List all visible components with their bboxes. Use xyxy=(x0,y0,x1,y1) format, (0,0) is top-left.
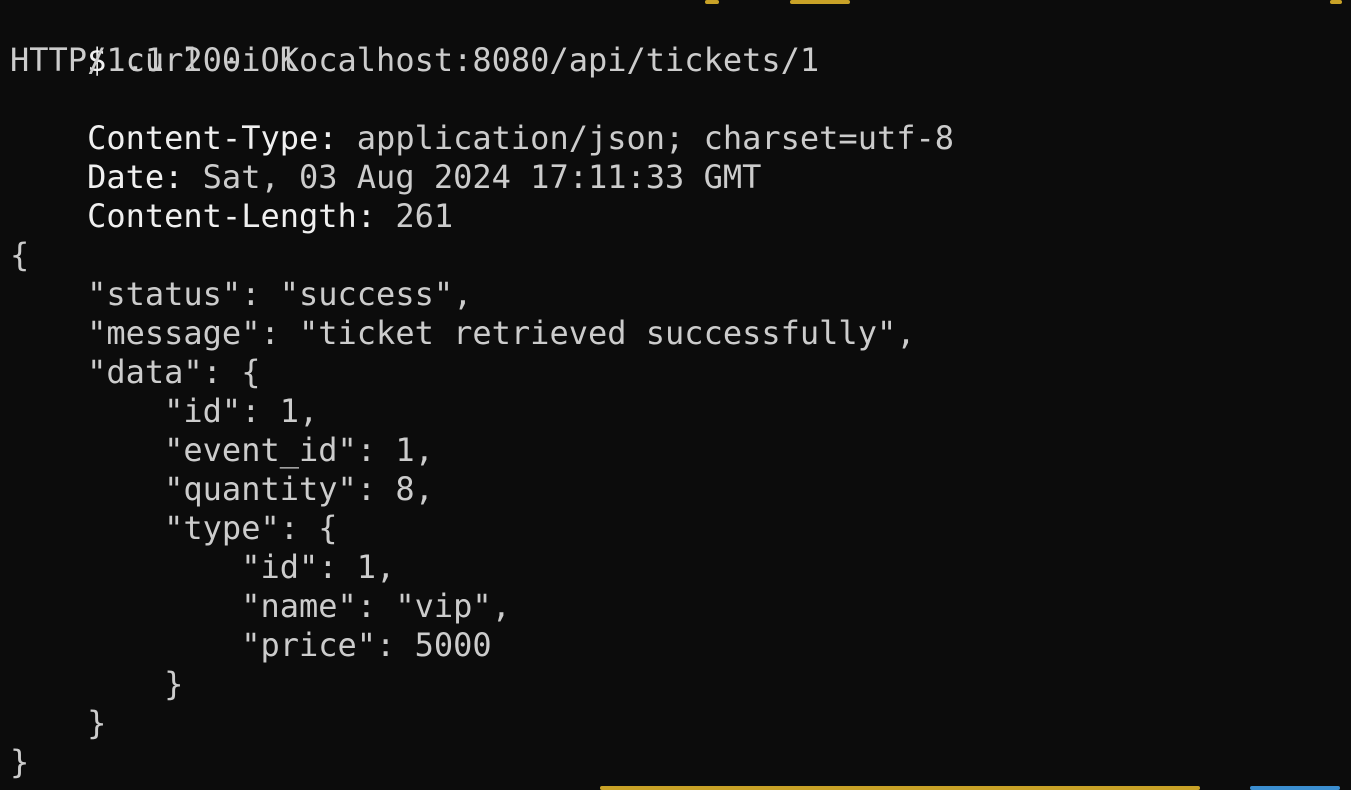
header-line: Content-Type: application/json; charset=… xyxy=(10,80,954,157)
json-body-line: "id": 1, xyxy=(10,392,319,430)
json-body-line: } xyxy=(10,743,30,781)
json-body-line: "event_id": 1, xyxy=(10,431,434,469)
json-body-line: "name": "vip", xyxy=(10,587,511,625)
json-body-line: { xyxy=(10,236,30,274)
header-value: 261 xyxy=(395,197,454,235)
header-line: Content-Length: 261 xyxy=(10,158,453,235)
json-body-line: "price": 5000 xyxy=(10,626,492,664)
http-status-line: HTTP/1.1 200 OK xyxy=(10,41,299,79)
json-body-line: } xyxy=(10,665,184,703)
command-line: $ curl -i localhost:8080/api/tickets/1 xyxy=(10,2,819,79)
json-body-line: "id": 1, xyxy=(10,548,396,586)
terminal-window[interactable]: $ curl -i localhost:8080/api/tickets/1 H… xyxy=(0,0,1351,790)
header-line: Date: Sat, 03 Aug 2024 17:11:33 GMT xyxy=(10,119,761,196)
json-body-line: } xyxy=(10,704,107,742)
json-body-line: "message": "ticket retrieved successfull… xyxy=(10,314,916,352)
json-body-line: "type": { xyxy=(10,509,338,547)
json-body-line: "data": { xyxy=(10,353,261,391)
json-body-line: "status": "success", xyxy=(10,275,473,313)
bottom-edge-artifact xyxy=(1250,786,1340,790)
json-body-line: "quantity": 8, xyxy=(10,470,434,508)
header-key: Content-Length: xyxy=(87,197,377,235)
top-edge-artifact xyxy=(1330,0,1342,4)
bottom-edge-artifact xyxy=(600,786,1200,790)
